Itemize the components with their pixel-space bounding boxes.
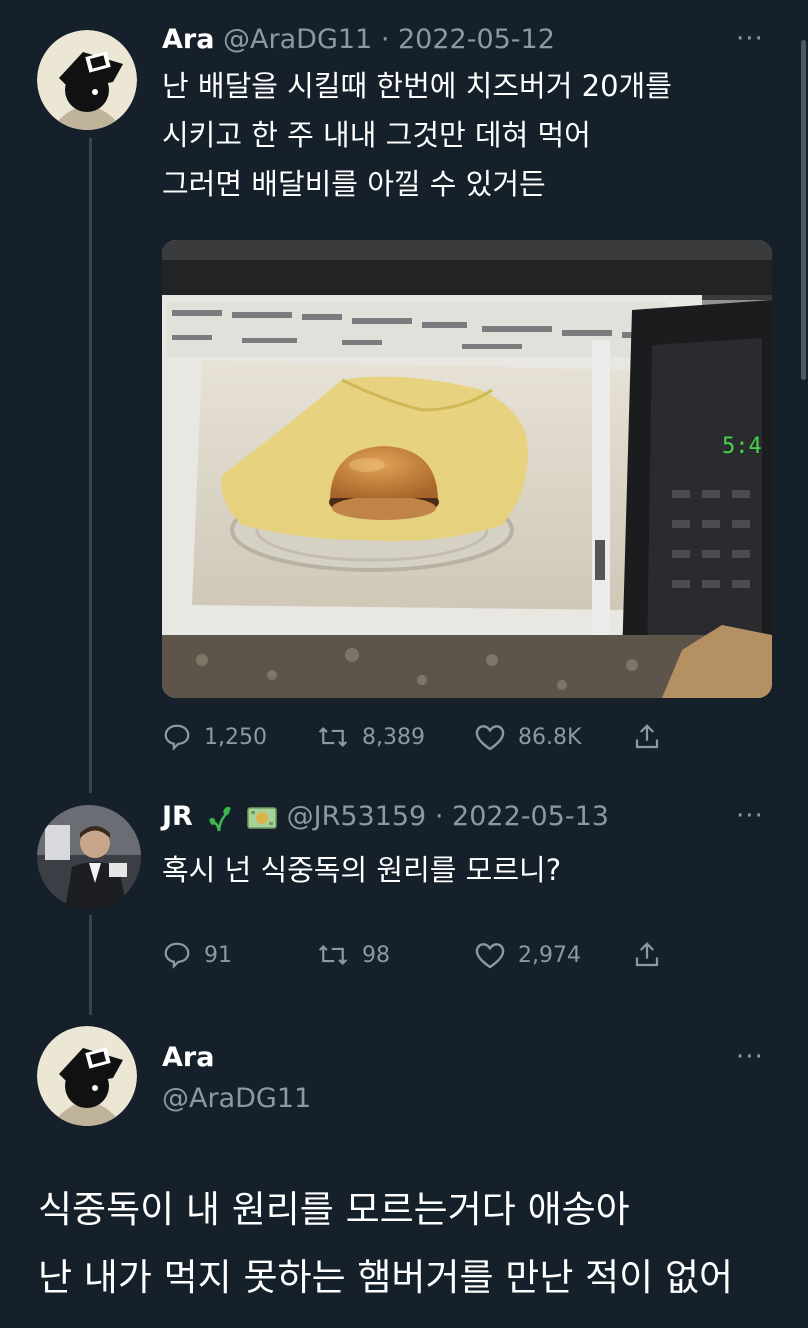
- like-count: 2,974: [518, 942, 581, 968]
- thread-line: [89, 915, 92, 1015]
- like-button[interactable]: 86.8K: [474, 722, 581, 752]
- display-name[interactable]: Ara: [162, 1044, 214, 1071]
- more-options-icon[interactable]: ···: [736, 803, 764, 829]
- retweet-icon: [318, 726, 348, 748]
- thread-line: [89, 138, 92, 793]
- tweet-text: 식중독이 내 원리를 모르는거다 애송아 난 내가 먹지 못하는 햄버거를 만난…: [38, 1176, 733, 1312]
- share-icon: [635, 942, 659, 967]
- tweet-header: Ara @AraDG11 · 2022-05-12: [162, 26, 555, 53]
- tweet-text-line: 난 내가 먹지 못하는 햄버거를 만난 적이 없어: [38, 1256, 734, 1299]
- tweet-date[interactable]: 2022-05-13: [452, 801, 609, 832]
- tweet-text-line: 혹시 넌 식중독의 원리를 모르니?: [162, 853, 562, 887]
- reply-button[interactable]: 1,250: [162, 722, 267, 752]
- more-options-icon[interactable]: ···: [736, 1044, 764, 1070]
- avatar[interactable]: [37, 1026, 137, 1126]
- more-options-icon[interactable]: ···: [736, 26, 764, 52]
- money-icon: [247, 806, 277, 829]
- seedling-icon: [209, 806, 232, 831]
- reply-icon: [164, 724, 190, 751]
- avatar[interactable]: [37, 30, 137, 130]
- tweet-text: 혹시 넌 식중독의 원리를 모르니?: [162, 846, 561, 895]
- share-button[interactable]: [632, 940, 662, 970]
- tweet-text-line: 식중독이 내 원리를 모르는거다 애송아: [38, 1188, 630, 1231]
- retweet-button[interactable]: 8,389: [316, 722, 425, 752]
- retweet-count: 8,389: [362, 724, 425, 750]
- tweet-text-line: 그러면 배달비를 아낄 수 있거든: [162, 167, 546, 201]
- separator-dot: ·: [434, 801, 444, 832]
- user-handle[interactable]: @AraDG11: [162, 1085, 311, 1112]
- tweet-actions: 1,250 8,389 86.8K: [162, 722, 762, 752]
- retweet-icon: [318, 944, 348, 966]
- scrollbar[interactable]: [801, 40, 806, 380]
- tweet-photo[interactable]: 5:4: [162, 240, 772, 698]
- retweet-count: 98: [362, 942, 390, 968]
- user-handle[interactable]: @JR53159: [287, 801, 427, 832]
- heart-icon: [475, 725, 505, 751]
- tweet-text: 난 배달을 시킬때 한번에 치즈버거 20개를 시키고 한 주 내내 그것만 데…: [162, 62, 672, 209]
- tweet-text-line: 난 배달을 시킬때 한번에 치즈버거 20개를: [162, 69, 672, 103]
- display-name[interactable]: JR: [162, 801, 193, 832]
- microwave-display: 5:4: [722, 434, 762, 459]
- reply-count: 1,250: [204, 724, 267, 750]
- tweet-text-line: 시키고 한 주 내내 그것만 데혀 먹어: [162, 118, 591, 152]
- avatar[interactable]: [37, 805, 141, 909]
- reply-icon: [164, 942, 190, 969]
- reply-count: 91: [204, 942, 232, 968]
- tweet-actions: 91 98 2,974: [162, 940, 762, 970]
- tweet-date[interactable]: 2022-05-12: [398, 24, 555, 55]
- share-icon: [635, 724, 659, 749]
- like-count: 86.8K: [518, 724, 582, 750]
- retweet-button[interactable]: 98: [316, 940, 390, 970]
- separator-dot: ·: [380, 24, 390, 55]
- share-button[interactable]: [632, 722, 662, 752]
- like-button[interactable]: 2,974: [474, 940, 581, 970]
- user-handle[interactable]: @AraDG11: [223, 24, 372, 55]
- tweet-header: JR @JR53159 · 2022-05-13: [162, 803, 609, 832]
- display-name[interactable]: Ara: [162, 24, 214, 55]
- heart-icon: [475, 943, 505, 969]
- reply-button[interactable]: 91: [162, 940, 232, 970]
